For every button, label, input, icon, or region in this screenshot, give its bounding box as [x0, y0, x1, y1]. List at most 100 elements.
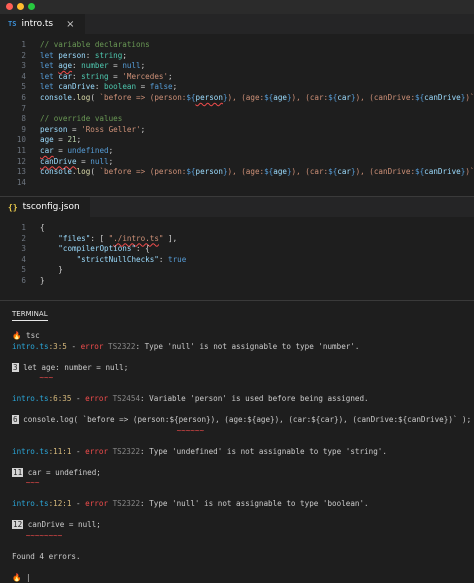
terminal-line [12, 457, 462, 468]
code-line: 12canDrive = null; [0, 157, 474, 168]
code-text: } [40, 265, 63, 276]
terminal-line: intro.ts:12:1 - error TS2322: Type 'null… [12, 499, 462, 510]
line-number: 1 [0, 223, 40, 234]
window-titlebar [0, 0, 474, 14]
code-line: 11car = undefined; [0, 146, 474, 157]
line-number: 10 [0, 135, 40, 146]
line-number: 3 [0, 61, 40, 72]
terminal-line: intro.ts:6:35 - error TS2454: Variable '… [12, 394, 462, 405]
terminal-line: ~~~~~~~~ [12, 531, 462, 542]
terminal-line: Found 4 errors. [12, 552, 462, 563]
code-text: "compilerOptions": { [40, 244, 150, 255]
code-editor-tsconfig[interactable]: 1{ 2 "files": [ "./intro.ts" ], 3 "compi… [0, 217, 474, 287]
line-number: 8 [0, 114, 40, 125]
terminal-line [12, 352, 462, 363]
tab-intro-ts[interactable]: TS intro.ts × [0, 14, 85, 34]
panel-divider [0, 300, 474, 301]
terminal-output[interactable]: 🔥 tscintro.ts:3:5 - error TS2322: Type '… [0, 323, 474, 583]
terminal-line: 🔥 tsc [12, 331, 462, 342]
terminal-tab-label: TERMINAL [12, 310, 48, 321]
line-number: 13 [0, 167, 40, 178]
terminal-line: 3 let age: number = null; [12, 363, 462, 374]
line-number: 4 [0, 72, 40, 83]
terminal-line: 12 canDrive = null; [12, 520, 462, 531]
code-text: } [40, 276, 45, 287]
terminal-line: 11 car = undefined; [12, 468, 462, 479]
tab-tsconfig-json[interactable]: {} tsconfig.json [0, 197, 90, 217]
code-text: { [40, 223, 45, 234]
code-text: // variable declarations [40, 40, 150, 51]
close-window-button[interactable] [6, 3, 13, 10]
code-line: 4 "strictNullChecks": true [0, 255, 474, 266]
terminal-line [12, 510, 462, 521]
terminal-line [12, 541, 462, 552]
line-number: 9 [0, 125, 40, 136]
code-line: 1{ [0, 223, 474, 234]
editor-tabbar-2: {} tsconfig.json [0, 197, 474, 217]
code-line: 6console.log( `before => (person:${perso… [0, 93, 474, 104]
code-text: let person: string; [40, 51, 127, 62]
line-number: 4 [0, 255, 40, 266]
code-text: console.log( `before => (person:${person… [40, 93, 474, 104]
terminal-line: ~~~ [12, 373, 462, 384]
line-number: 12 [0, 157, 40, 168]
code-text: let car: string = 'Mercedes'; [40, 72, 173, 83]
editor-tabbar: TS intro.ts × [0, 14, 474, 34]
maximize-window-button[interactable] [28, 3, 35, 10]
line-number: 11 [0, 146, 40, 157]
terminal-line: ~~~ [12, 478, 462, 489]
code-text: console.log( `before => (person:${person… [40, 167, 474, 178]
code-line: 9person = 'Ross Geller'; [0, 125, 474, 136]
terminal-line: intro.ts:11:1 - error TS2322: Type 'unde… [12, 447, 462, 458]
typescript-file-icon: TS [8, 20, 16, 28]
code-line: 13console.log( `before => (person:${pers… [0, 167, 474, 178]
code-line: 4let car: string = 'Mercedes'; [0, 72, 474, 83]
json-file-icon: {} [8, 203, 18, 212]
line-number: 1 [0, 40, 40, 51]
tab-label: tsconfig.json [23, 202, 80, 212]
line-number: 3 [0, 244, 40, 255]
code-text: "strictNullChecks": true [40, 255, 186, 266]
line-number: 2 [0, 234, 40, 245]
code-text: // override values [40, 114, 122, 125]
tab-label: intro.ts [21, 19, 53, 29]
terminal-line [12, 489, 462, 500]
code-text: "files": [ "./intro.ts" ], [40, 234, 177, 245]
code-line: 2let person: string; [0, 51, 474, 62]
tab-terminal[interactable]: TERMINAL [0, 303, 48, 323]
terminal-line: 6 console.log( `before => (person:${pers… [12, 415, 462, 426]
code-editor-intro-ts[interactable]: 1// variable declarations 2let person: s… [0, 34, 474, 188]
terminal-panel[interactable]: TERMINAL 🔥 tscintro.ts:3:5 - error TS232… [0, 300, 474, 566]
code-text: car = undefined; [40, 146, 113, 157]
code-line: 5 } [0, 265, 474, 276]
code-line: 8// override values [0, 114, 474, 125]
line-number: 2 [0, 51, 40, 62]
terminal-line [12, 436, 462, 447]
terminal-line: ~~~~~~ [12, 426, 462, 437]
line-number: 5 [0, 82, 40, 93]
code-line: 3 "compilerOptions": { [0, 244, 474, 255]
line-number: 7 [0, 104, 40, 115]
code-text: canDrive = null; [40, 157, 113, 168]
terminal-line: intro.ts:3:5 - error TS2322: Type 'null'… [12, 342, 462, 353]
code-line: 5let canDrive: boolean = false; [0, 82, 474, 93]
code-line: 1// variable declarations [0, 40, 474, 51]
line-number: 6 [0, 93, 40, 104]
code-line: 7 [0, 104, 474, 115]
close-tab-icon[interactable]: × [66, 19, 74, 30]
code-line: 6} [0, 276, 474, 287]
code-text: age = 21; [40, 135, 81, 146]
line-number: 6 [0, 276, 40, 287]
terminal-line [12, 384, 462, 395]
line-number: 14 [0, 178, 40, 189]
terminal-line: 🔥 | [12, 573, 462, 583]
code-line: 3let age: number = null; [0, 61, 474, 72]
code-text: let canDrive: boolean = false; [40, 82, 177, 93]
code-text: person = 'Ross Geller'; [40, 125, 145, 136]
code-line: 10age = 21; [0, 135, 474, 146]
minimize-window-button[interactable] [17, 3, 24, 10]
code-text: let age: number = null; [40, 61, 145, 72]
code-line: 14 [0, 178, 474, 189]
code-line: 2 "files": [ "./intro.ts" ], [0, 234, 474, 245]
line-number: 5 [0, 265, 40, 276]
